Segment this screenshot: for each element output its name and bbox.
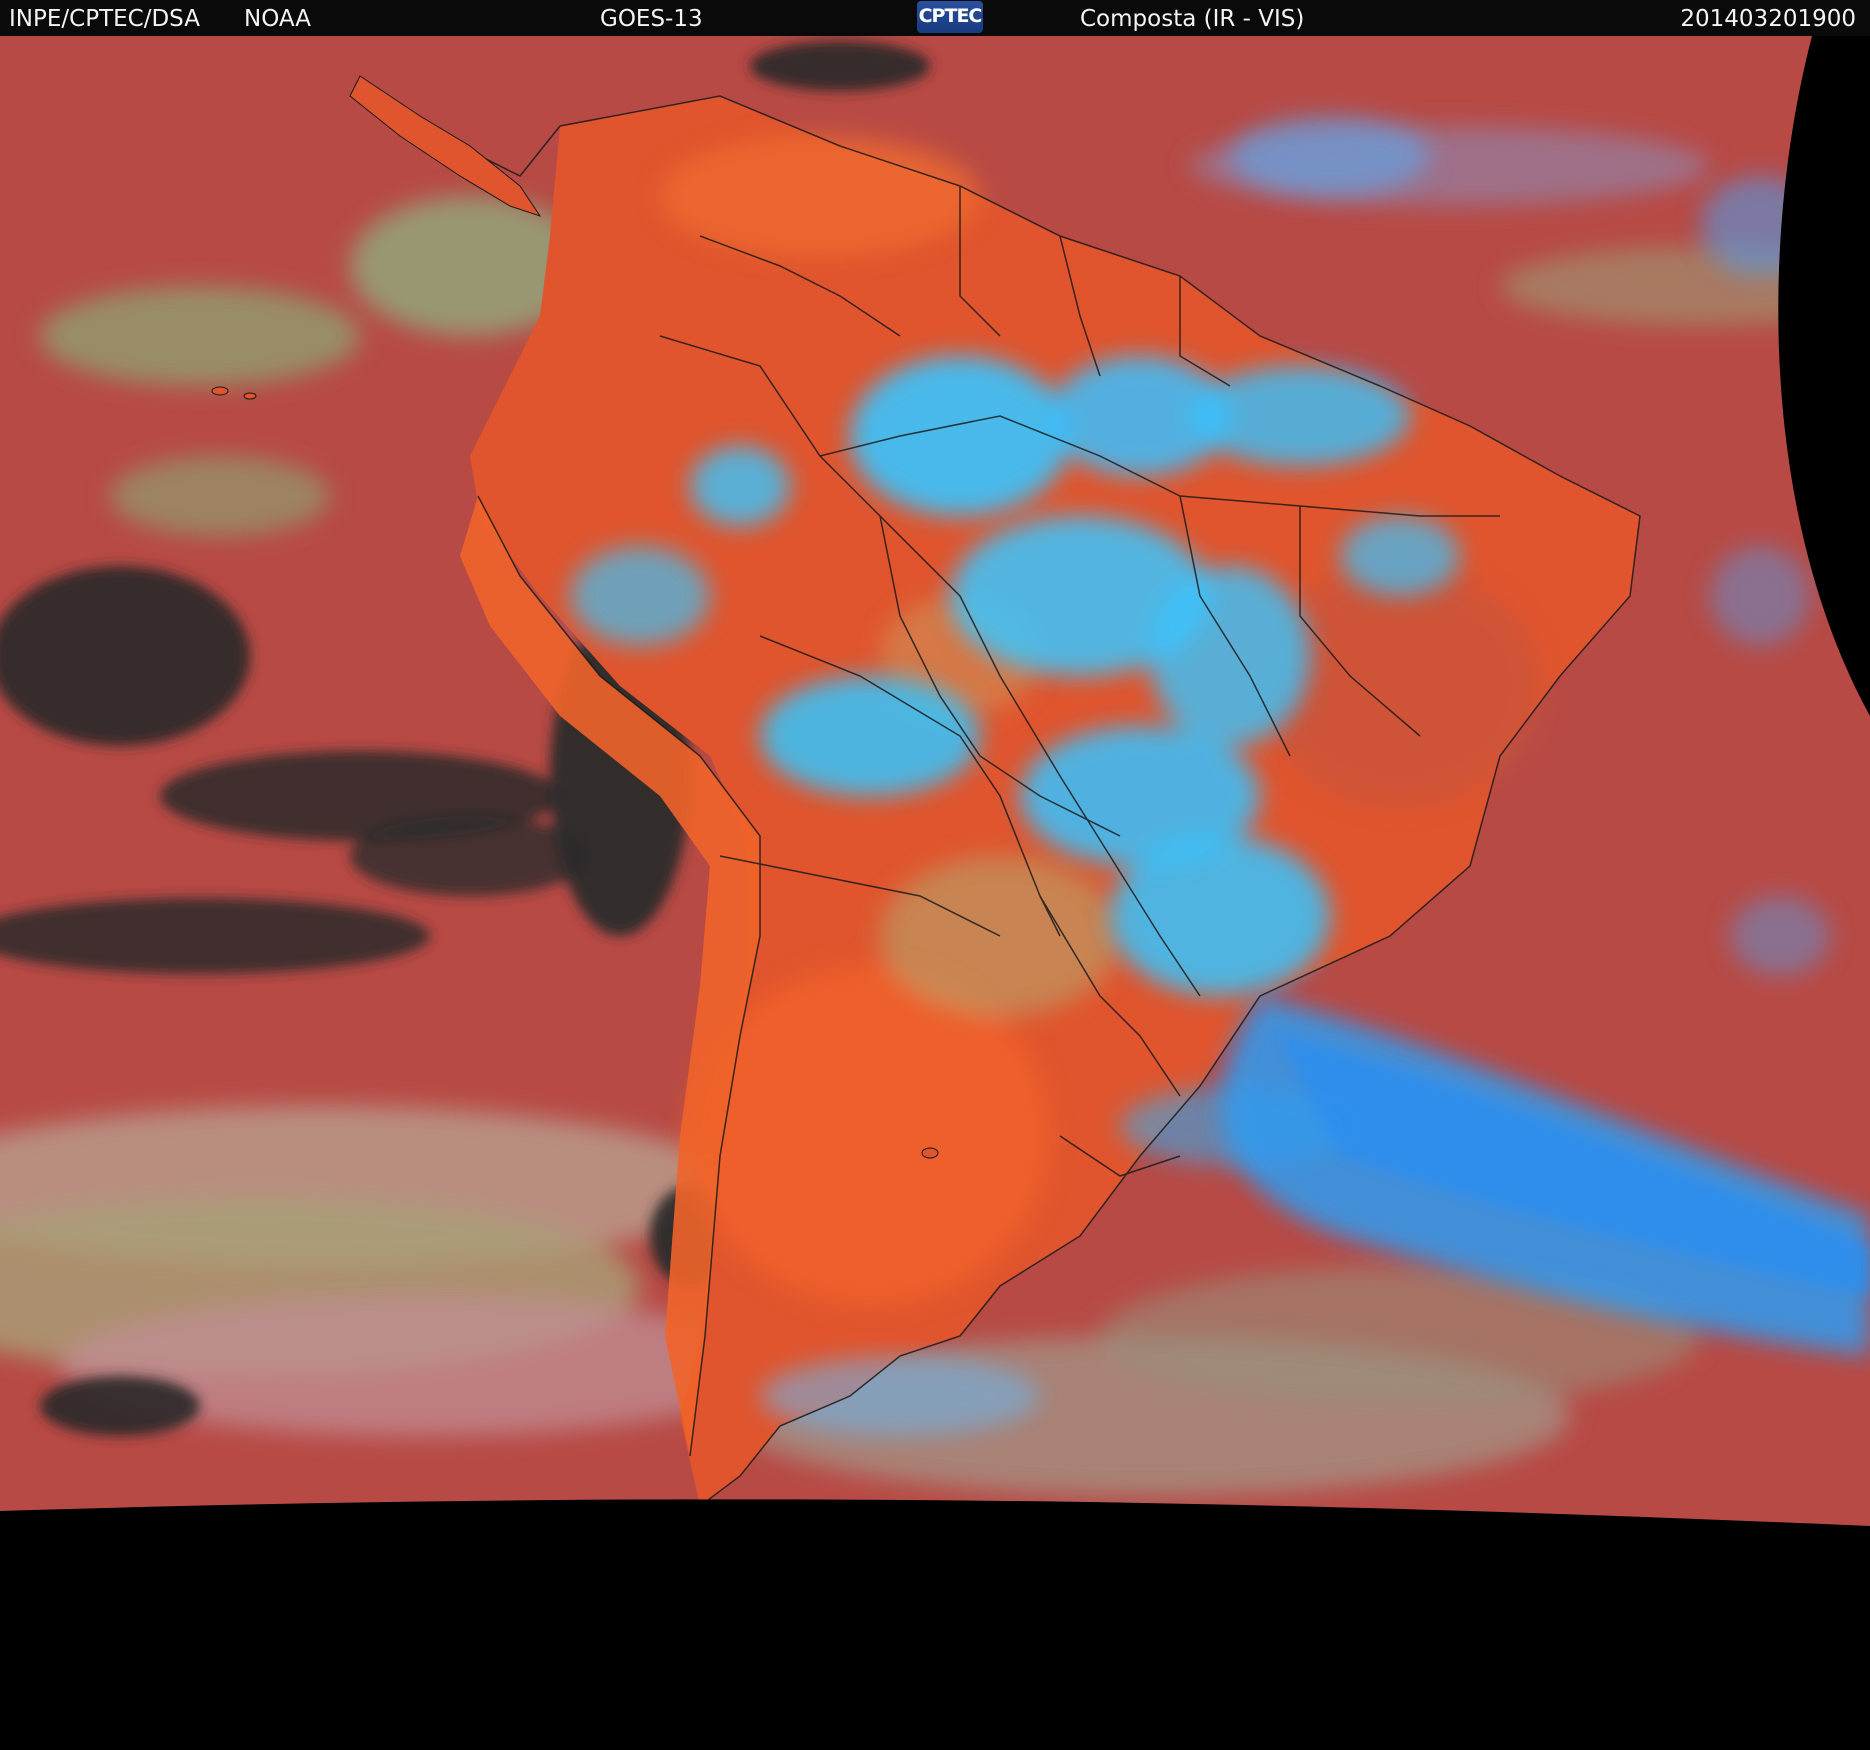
cptec-logo: CPTEC [917, 1, 983, 33]
source-label: INPE/CPTEC/DSA [9, 6, 200, 32]
agency-label: NOAA [244, 6, 312, 32]
satellite-label: GOES-13 [600, 6, 703, 32]
southern-tip-clouds [760, 1356, 1040, 1436]
satellite-map-svg [0, 36, 1870, 1750]
product-label: Composta (IR - VIS) [1080, 6, 1305, 32]
earth-disk [0, 36, 1870, 1526]
image-header: INPE/CPTEC/DSA NOAA GOES-13 CPTEC Compos… [0, 0, 1870, 36]
timestamp-label: 201403201900 [1680, 6, 1856, 32]
satellite-image [0, 36, 1870, 1750]
